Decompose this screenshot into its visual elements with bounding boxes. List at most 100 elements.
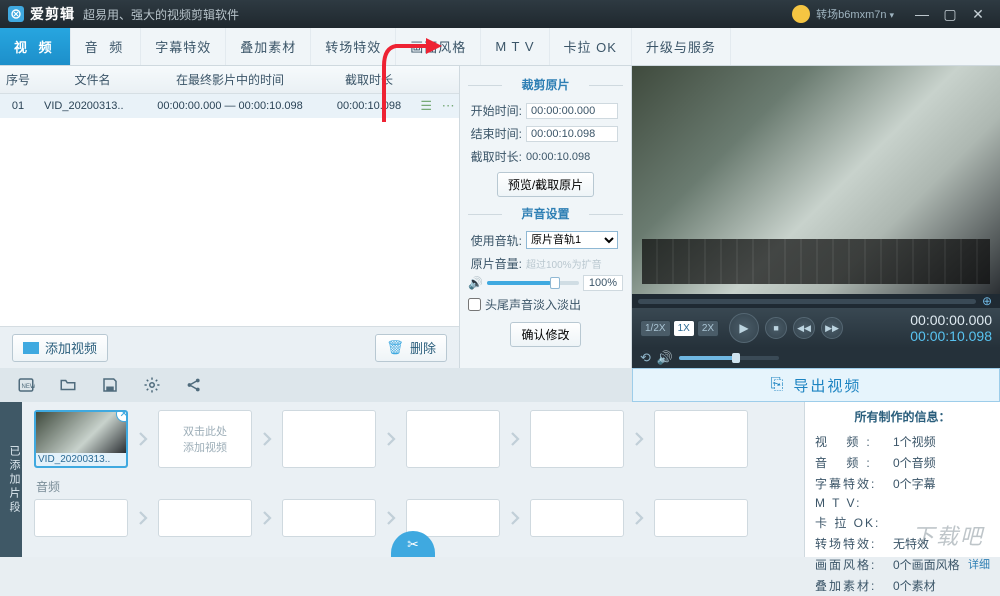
empty-video-slot[interactable] [654,410,748,468]
empty-audio-slot[interactable] [158,499,252,537]
crop-dur-label: 截取时长: [468,148,522,165]
volume-slider[interactable] [487,281,579,285]
speed-2x-button[interactable]: 2X [697,320,719,337]
play-button[interactable]: ▶ [729,313,759,343]
film-icon [23,342,39,354]
detail-link[interactable]: 详细 [968,556,990,573]
volume-icon[interactable]: 🔊 [657,350,673,366]
cell-time: 00:00:00.000 — 00:00:10.098 [141,100,319,112]
row-options-button[interactable]: ☰ ⋯ [419,98,459,114]
speed-half-button[interactable]: 1/2X [640,320,671,337]
tab-style[interactable]: 画面风格 [396,28,481,65]
maximize-button[interactable]: ▢ [936,4,964,24]
empty-video-slot[interactable] [530,410,624,468]
tab-overlay[interactable]: 叠加素材 [226,28,311,65]
preview-panel: ⊕ 1/2X 1X 2X ▶ ■ ◀◀ ▶▶ 00:00:00.000 00:0… [632,66,1000,368]
share-button[interactable] [184,375,204,395]
delete-label: 删除 [410,338,436,357]
export-label: 导出视频 [793,375,861,396]
empty-audio-slot[interactable] [282,499,376,537]
new-project-button[interactable]: NEW [16,375,36,395]
empty-video-slot[interactable] [406,410,500,468]
stop-button[interactable]: ■ [765,317,787,339]
user-avatar[interactable] [792,5,810,23]
fade-checkbox[interactable]: 头尾声音淡入淡出 [468,296,623,313]
th-no: 序号 [0,71,36,88]
speaker-icon[interactable]: 🔊 [468,276,483,290]
th-file: 文件名 [36,71,141,88]
trash-icon: 🗑 [386,339,404,356]
chevron-right-icon [258,430,276,448]
start-time-label: 开始时间: [468,102,522,119]
export-icon: ⎘ [771,376,786,394]
prev-frame-button[interactable]: ◀◀ [793,317,815,339]
tab-subtitle[interactable]: 字幕特效 [141,28,226,65]
player-controls: 1/2X 1X 2X ▶ ■ ◀◀ ▶▶ 00:00:00.000 00:00:… [632,308,1000,348]
app-slogan: 超易用、强大的视频剪辑软件 [83,6,239,23]
minimize-button[interactable]: — [908,4,936,24]
table-row[interactable]: 01 VID_20200313.. 00:00:00.000 — 00:00:1… [0,94,459,118]
tab-transition[interactable]: 转场特效 [311,28,396,65]
save-project-button[interactable] [100,375,120,395]
rotate-icon[interactable]: ⟲ [640,350,651,366]
speed-1x-button[interactable]: 1X [673,320,695,337]
vol-hint: 超过100%为扩音 [526,256,602,271]
cell-no: 01 [0,100,36,112]
add-video-label: 添加视频 [45,338,97,357]
empty-audio-slot[interactable] [34,499,128,537]
preview-volume-slider[interactable] [679,356,779,360]
preview-crop-button[interactable]: 预览/截取原片 [497,172,594,197]
volume-value[interactable]: 100% [583,275,623,291]
info-title: 所有制作的信息： [815,408,990,425]
audio-track-select[interactable]: 原片音轨1 [526,231,618,249]
timeline: ✕ VID_20200313.. 双击此处 添加视频 音频 [22,402,804,557]
chevron-right-icon [382,509,400,527]
tab-karaoke[interactable]: 卡拉 OK [550,28,632,65]
titlebar: 爱剪辑 超易用、强大的视频剪辑软件 转场b6mxm7n — ▢ ✕ [0,0,1000,28]
toolstrip: NEW ⎘ 导出视频 [0,368,1000,402]
empty-video-slot[interactable] [282,410,376,468]
close-button[interactable]: ✕ [964,4,992,24]
added-clips-label: 已添加片段 [0,402,22,557]
empty-audio-slot[interactable] [530,499,624,537]
empty-video-slot[interactable]: 双击此处 添加视频 [158,410,252,468]
vol-label: 原片音量: [468,255,522,272]
zoom-in-icon[interactable]: ⊕ [980,294,994,308]
cell-file: VID_20200313.. [36,100,141,112]
open-project-button[interactable] [58,375,78,395]
th-time: 在最终影片中的时间 [141,71,319,88]
settings-button[interactable] [142,375,162,395]
chevron-right-icon [506,509,524,527]
chevron-right-icon [506,430,524,448]
tab-audio[interactable]: 音 频 [71,28,142,65]
chevron-right-icon [134,430,152,448]
track-label: 使用音轨: [468,232,522,249]
app-name: 爱剪辑 [30,4,75,24]
tab-mtv[interactable]: M T V [481,28,549,65]
confirm-button[interactable]: 确认修改 [510,322,580,347]
main-tabs: 视 频 音 频 字幕特效 叠加素材 转场特效 画面风格 M T V 卡拉 OK … [0,28,1000,66]
empty-audio-slot[interactable] [654,499,748,537]
crop-audio-panel: 裁剪原片 开始时间:00:00:00.000 结束时间:00:00:10.098… [460,66,632,368]
table-header: 序号 文件名 在最终影片中的时间 截取时长 [0,66,459,94]
video-clip-1[interactable]: ✕ VID_20200313.. [34,410,128,468]
start-time-input[interactable]: 00:00:00.000 [526,103,618,119]
crop-dur-value: 00:00:10.098 [526,151,590,163]
next-frame-button[interactable]: ▶▶ [821,317,843,339]
audio-title: 声音设置 [468,205,623,222]
clip-caption: VID_20200313.. [36,453,126,466]
progress-bar[interactable]: ⊕ [632,294,1000,308]
chevron-right-icon [630,430,648,448]
tab-video[interactable]: 视 频 [0,28,71,65]
tab-upgrade[interactable]: 升级与服务 [632,28,731,65]
app-logo [8,6,24,22]
timecode-total: 00:00:10.098 [910,328,992,344]
video-preview[interactable] [632,66,1000,294]
export-video-button[interactable]: ⎘ 导出视频 [632,368,1000,402]
chevron-right-icon [630,509,648,527]
delete-button[interactable]: 🗑 删除 [375,334,447,362]
user-menu[interactable]: 转场b6mxm7n [816,6,894,22]
end-time-input[interactable]: 00:00:10.098 [526,126,618,142]
crop-title: 裁剪原片 [468,76,623,93]
add-video-button[interactable]: 添加视频 [12,334,108,362]
